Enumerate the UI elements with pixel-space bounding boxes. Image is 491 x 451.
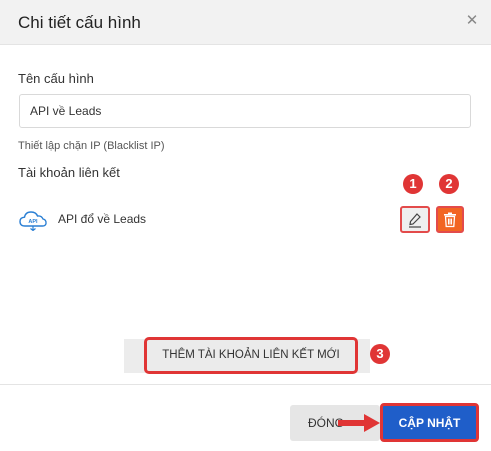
close-icon[interactable]: ✕ <box>461 10 483 32</box>
config-name-label: Tên cấu hình <box>18 71 94 86</box>
annotation-badge-3: 3 <box>370 344 390 364</box>
annotation-badge-2: 2 <box>439 174 459 194</box>
delete-account-button[interactable] <box>436 206 464 233</box>
cloud-api-icon: API <box>18 209 48 232</box>
config-detail-dialog: Chi tiết cấu hình ✕ Tên cấu hình Thiết l… <box>0 0 491 451</box>
dialog-header: Chi tiết cấu hình ✕ <box>0 0 491 45</box>
linked-accounts-label: Tài khoản liên kết <box>18 165 120 180</box>
add-linked-account-button[interactable]: THÊM TÀI KHOẢN LIÊN KẾT MỚI <box>144 337 358 374</box>
cloud-api-icon-text: API <box>28 219 38 225</box>
pencil-icon <box>409 213 421 228</box>
update-button[interactable]: CẬP NHẬT <box>380 403 479 442</box>
config-name-input[interactable] <box>19 94 471 128</box>
trash-icon <box>444 212 456 228</box>
arrow-right-icon <box>338 414 380 432</box>
dialog-title: Chi tiết cấu hình <box>18 13 141 32</box>
footer-divider <box>0 384 491 385</box>
blacklist-ip-link[interactable]: Thiết lập chặn IP (Blacklist IP) <box>18 140 165 152</box>
linked-account-name: API đổ về Leads <box>58 212 147 226</box>
edit-account-button[interactable] <box>400 206 430 233</box>
annotation-badge-1: 1 <box>403 174 423 194</box>
